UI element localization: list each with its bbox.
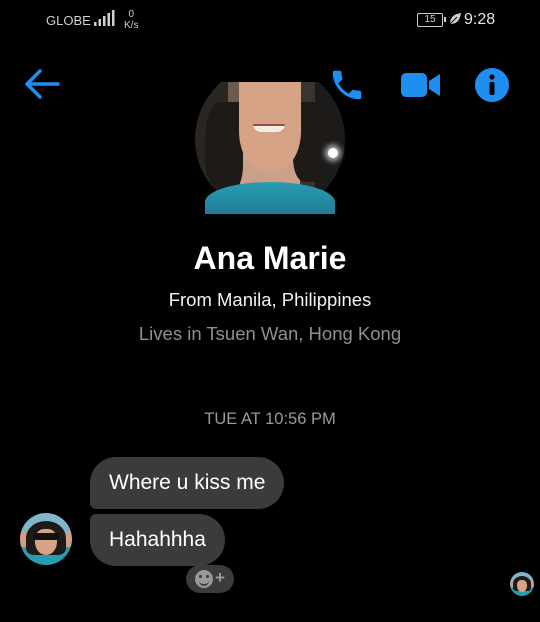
message-bubble[interactable]: Hahahhha [90, 514, 225, 566]
signal-strength-icon [94, 10, 115, 26]
conversation-info-button[interactable] [474, 67, 510, 103]
video-camera-icon [401, 73, 440, 97]
carrier-name: GLOBE [46, 13, 91, 28]
battery-icon: 15 [417, 13, 446, 27]
status-bar: GLOBE 0 K/s 15 9:28 [0, 0, 540, 44]
back-button[interactable] [22, 66, 62, 102]
status-time: 9:28 [464, 11, 496, 28]
smiley-add-icon [195, 570, 213, 588]
network-speed: 0 K/s [124, 9, 138, 31]
read-receipt-avatar [510, 572, 534, 596]
network-speed-value: 0 [128, 9, 134, 20]
sender-avatar[interactable] [20, 513, 72, 565]
contact-hometown: From Manila, Philippines [168, 289, 372, 310]
info-icon [475, 68, 509, 102]
power-saving-leaf-icon [449, 13, 461, 25]
message-bubble[interactable]: Where u kiss me [90, 457, 285, 509]
video-call-button[interactable] [400, 70, 442, 100]
contact-name: Ana Marie [193, 240, 347, 276]
sunglasses-icon [33, 533, 59, 540]
profile-photo[interactable] [195, 82, 345, 214]
battery-level: 15 [424, 14, 436, 25]
add-reaction-button[interactable]: + [186, 565, 234, 593]
arrow-left-icon [25, 69, 60, 99]
message-timestamp: TUE AT 10:56 PM [204, 410, 336, 428]
network-speed-unit: K/s [124, 20, 139, 31]
contact-current-city: Lives in Tsuen Wan, Hong Kong [138, 323, 402, 344]
add-reaction-plus: + [215, 568, 225, 587]
sparkle-icon [328, 148, 338, 158]
